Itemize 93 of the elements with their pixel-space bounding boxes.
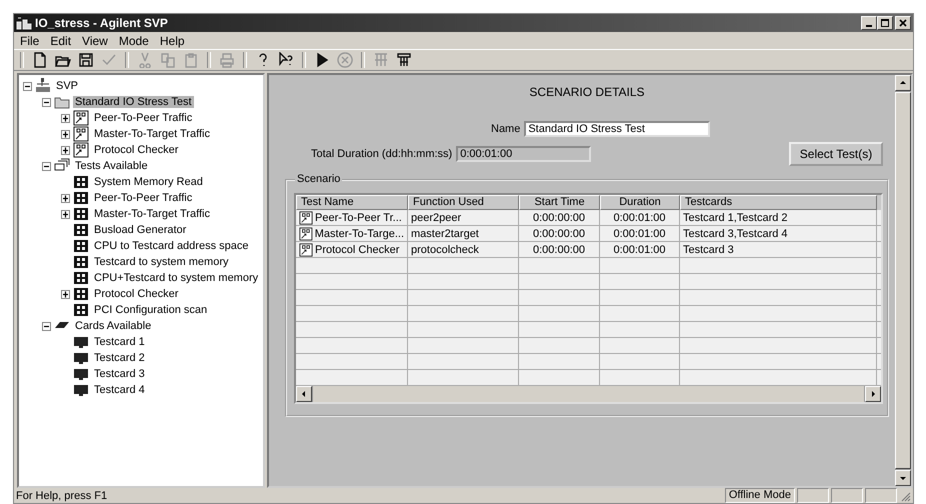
tree-item[interactable]: CPU+Testcard to system memory <box>92 272 260 284</box>
maximize-icon[interactable] <box>880 18 890 28</box>
network-node-icon <box>35 78 51 94</box>
menu-item[interactable]: Help <box>160 34 185 48</box>
table-cell: 0:00:00:00 <box>533 244 585 256</box>
tree-item[interactable]: Master-To-Target Traffic <box>92 208 212 220</box>
tree-item[interactable]: SVP <box>54 80 80 92</box>
test-module-icon <box>73 238 89 254</box>
scroll-left-icon[interactable] <box>300 390 308 398</box>
horizontal-scrollbar[interactable] <box>296 386 881 402</box>
tree-item[interactable]: Testcard to system memory <box>92 256 230 268</box>
table-cell: 0:00:00:00 <box>533 212 585 224</box>
table-cell: master2target <box>411 228 479 240</box>
table-cell: Testcard 3,Testcard 4 <box>683 228 788 240</box>
context-help-icon[interactable] <box>278 52 294 68</box>
tree-item[interactable]: CPU to Testcard address space <box>92 240 250 252</box>
scroll-right-icon[interactable] <box>869 390 877 398</box>
expand-icon[interactable] <box>61 210 70 218</box>
tree-item[interactable]: Peer-To-Peer Traffic <box>92 112 194 124</box>
tree-item[interactable]: Testcard 2 <box>92 352 147 364</box>
table-cell: 0:00:01:00 <box>614 212 666 224</box>
tree-item[interactable]: Testcard 4 <box>92 384 147 396</box>
close-button[interactable] <box>895 16 911 30</box>
menu-item[interactable]: File <box>20 34 40 48</box>
tree-item[interactable]: System Memory Read <box>92 176 205 188</box>
scroll-up-icon[interactable] <box>899 79 907 87</box>
table-cell: 0:00:01:00 <box>614 228 666 240</box>
test-arrow-icon <box>299 210 313 224</box>
maximize-button[interactable] <box>877 16 893 30</box>
collapse-icon[interactable] <box>42 322 51 330</box>
tree-item[interactable]: Standard IO Stress Test <box>73 96 194 108</box>
expand-icon[interactable] <box>61 130 70 138</box>
table-cell: Master-To-Targe... <box>314 228 404 240</box>
test-module-icon <box>73 206 89 222</box>
duration-label: Total Duration (dd:hh:mm:ss) <box>311 148 452 160</box>
collapse-icon[interactable] <box>42 98 51 106</box>
tree-item[interactable]: Busload Generator <box>92 224 188 236</box>
column-header[interactable]: Function Used <box>408 195 519 210</box>
new-file-icon[interactable] <box>32 52 48 68</box>
column-header[interactable]: Testcards <box>680 195 877 210</box>
column-header[interactable]: Test Name <box>296 195 408 210</box>
table-cell: 0:00:00:00 <box>533 228 585 240</box>
scroll-down-icon[interactable] <box>899 474 907 482</box>
column-header[interactable]: Start Time <box>519 195 600 210</box>
tree-item[interactable]: Protocol Checker <box>92 288 180 300</box>
test-module-icon <box>73 222 89 238</box>
app-icon <box>16 16 32 30</box>
test-arrow-icon <box>299 242 313 256</box>
test-module-icon <box>73 270 89 286</box>
close-icon[interactable] <box>898 18 908 28</box>
duration-field[interactable]: 0:00:01:00 <box>456 146 592 162</box>
name-label: Name <box>491 123 520 135</box>
section-heading: SCENARIO DETAILS <box>528 85 646 101</box>
minimize-button[interactable] <box>861 16 877 30</box>
test-arrow-icon <box>299 226 313 240</box>
collapse-icon[interactable] <box>42 162 51 170</box>
collapse-icon[interactable] <box>23 82 32 90</box>
menu-item[interactable]: View <box>82 34 108 48</box>
window-title: IO_stress - Agilent SVP <box>35 16 168 30</box>
test-module-icon <box>73 286 89 302</box>
table-cell: 0:00:01:00 <box>614 244 666 256</box>
vertical-scrollbar[interactable] <box>895 75 911 486</box>
tree-item[interactable]: Testcard 1 <box>92 336 147 348</box>
tree-item[interactable]: Protocol Checker <box>92 144 180 156</box>
menu-item[interactable]: Mode <box>118 34 149 48</box>
test-module-icon <box>73 190 89 206</box>
name-field[interactable]: Standard IO Stress Test <box>524 121 710 137</box>
table-cell: Protocol Checker <box>315 244 400 256</box>
test-module-icon <box>73 302 89 318</box>
column-header[interactable]: Duration <box>600 195 680 210</box>
expand-icon[interactable] <box>61 194 70 202</box>
status-text: For Help, press F1 <box>16 490 108 502</box>
resize-grip-icon[interactable] <box>899 490 911 502</box>
tree-item[interactable]: Tests Available <box>73 160 150 172</box>
mode-indicator: Offline Mode <box>724 488 795 503</box>
tree-item[interactable]: Testcard 3 <box>92 368 147 380</box>
expand-icon[interactable] <box>61 290 70 298</box>
expand-icon[interactable] <box>61 146 70 154</box>
tree-item[interactable]: Peer-To-Peer Traffic <box>92 192 194 204</box>
expand-icon[interactable] <box>61 114 70 122</box>
table-cell: Peer-To-Peer Tr... <box>315 212 402 224</box>
table-cell: Testcard 1,Testcard 2 <box>683 212 788 224</box>
menu-item[interactable]: Edit <box>50 34 72 48</box>
select-tests-button[interactable]: Select Test(s) <box>789 142 883 166</box>
test-module-icon <box>73 174 89 190</box>
tree-item[interactable]: Master-To-Target Traffic <box>92 128 212 140</box>
table-cell: peer2peer <box>411 212 462 224</box>
tree-item[interactable]: PCI Configuration scan <box>92 304 210 316</box>
group-title: Scenario <box>295 173 342 185</box>
test-module-icon <box>73 254 89 270</box>
table-cell: protocolcheck <box>411 244 479 256</box>
tree-item[interactable]: Cards Available <box>73 320 154 332</box>
table-cell: Testcard 3 <box>683 244 734 256</box>
